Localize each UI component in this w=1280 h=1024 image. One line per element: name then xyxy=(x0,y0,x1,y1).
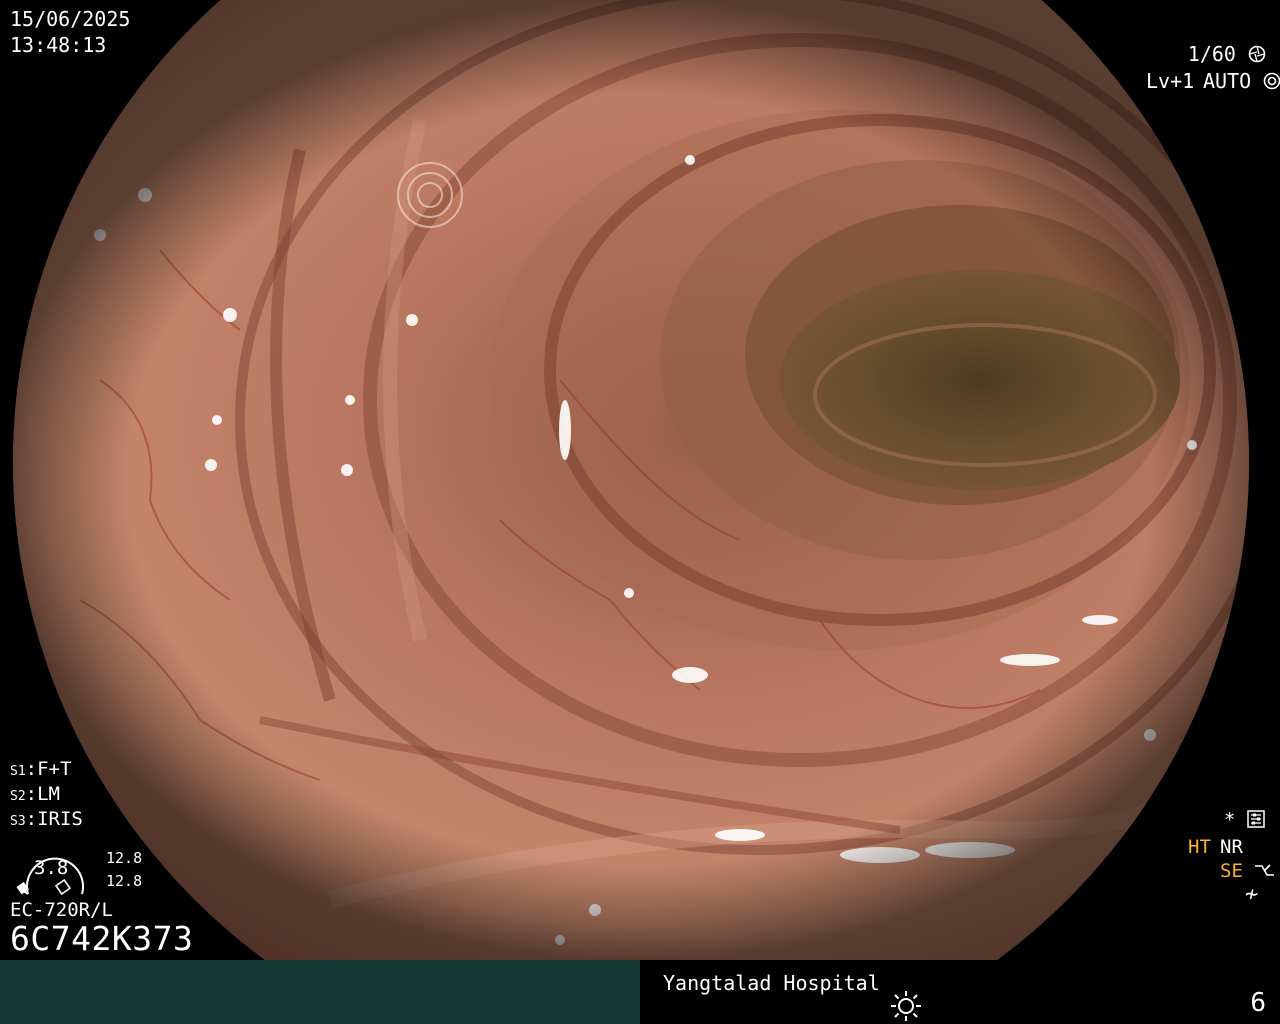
iris-lower: 12.8 xyxy=(106,872,143,890)
star-mark: * xyxy=(1224,809,1236,831)
date-readout: 15/06/2025 xyxy=(10,7,131,31)
exposure-mode: AUTO xyxy=(1203,71,1280,91)
shutter-readout: 1/60 xyxy=(1188,44,1266,64)
switch-s1: S1:F+T xyxy=(10,758,72,780)
structure-enhance-icon xyxy=(1255,864,1275,876)
nf-indicator: ≁ xyxy=(1245,882,1259,907)
switch-s3: S3:IRIS xyxy=(10,808,83,830)
footer-left-panel xyxy=(0,960,640,1024)
hospital-name: Yangtalad Hospital xyxy=(663,971,880,995)
endoscope-view xyxy=(0,0,1280,960)
page-number: 6 xyxy=(1250,988,1266,1018)
nr-indicator: NR xyxy=(1220,836,1243,858)
enhance-level: Lv+1 xyxy=(1146,69,1195,93)
shutter-value: 1/60 xyxy=(1187,42,1236,66)
switch-value: IRIS xyxy=(37,808,83,830)
switch-key: S2 xyxy=(10,789,26,804)
switch-value: LM xyxy=(37,783,60,805)
scope-model: EC-720R/L xyxy=(10,899,113,921)
iris-gauge: 3.8 12.8 12.8 xyxy=(10,840,142,900)
auto-exposure-icon xyxy=(1263,72,1280,90)
se-label: SE xyxy=(1220,860,1243,882)
scope-serial: 6C742K373 xyxy=(10,919,194,958)
iris-value: 3.8 xyxy=(34,857,69,879)
settings-sliders-icon xyxy=(1247,810,1265,828)
se-indicator: SE xyxy=(1220,862,1276,881)
switch-value: F+T xyxy=(37,758,72,780)
iris-upper: 12.8 xyxy=(106,849,143,867)
capture-indicator: * xyxy=(1224,810,1265,830)
switch-key: S1 xyxy=(10,764,26,779)
exposure-mode-label: AUTO xyxy=(1203,69,1252,93)
aperture-icon xyxy=(1248,45,1266,63)
time-readout: 13:48:13 xyxy=(10,33,107,57)
switch-s2: S2:LM xyxy=(10,783,60,805)
sun-icon xyxy=(891,991,921,1021)
switch-key: S3 xyxy=(10,814,26,829)
colon-lumen-image xyxy=(13,0,1249,960)
ht-indicator: HT xyxy=(1188,836,1211,858)
